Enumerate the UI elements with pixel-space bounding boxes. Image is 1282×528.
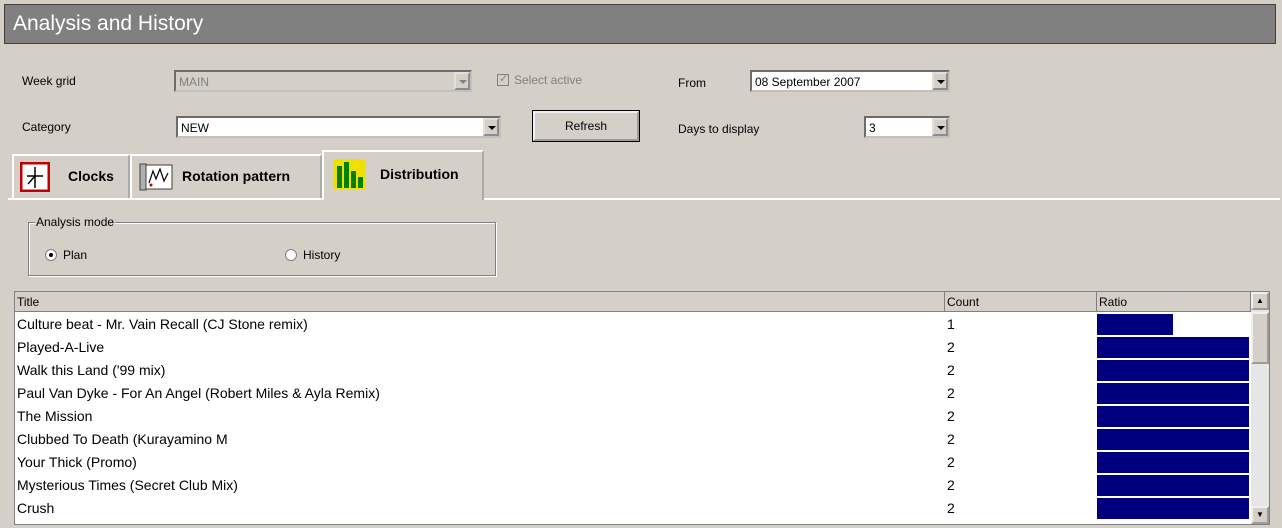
- table-row[interactable]: Your Thick (Promo) 2: [15, 451, 1249, 474]
- table-row[interactable]: Played-A-Live 2: [15, 336, 1249, 359]
- row-count: 2: [947, 339, 955, 355]
- row-title: Crush: [17, 500, 55, 516]
- row-title: Mysterious Times (Secret Club Mix): [17, 477, 238, 493]
- row-ratio-bar: [1097, 383, 1249, 404]
- row-count: 2: [947, 431, 955, 447]
- row-title: Played-A-Live: [17, 339, 105, 355]
- from-date-select[interactable]: 08 September 2007: [750, 70, 950, 92]
- scroll-thumb[interactable]: [1251, 312, 1269, 364]
- row-ratio-bar: [1097, 498, 1249, 519]
- analysis-mode-legend: Analysis mode: [35, 215, 116, 229]
- refresh-button[interactable]: Refresh: [532, 110, 640, 142]
- scroll-up-arrow-icon[interactable]: ▲: [1251, 292, 1269, 310]
- table-row[interactable]: Paul Van Dyke - For An Angel (Robert Mil…: [15, 382, 1249, 405]
- days-to-display-value: 3: [869, 121, 876, 135]
- row-ratio-bar: [1097, 314, 1173, 335]
- days-dropdown-arrow-icon[interactable]: [932, 118, 948, 136]
- table-row[interactable]: Culture beat - Mr. Vain Recall (CJ Stone…: [15, 313, 1249, 336]
- week-grid-select[interactable]: MAIN: [174, 70, 472, 92]
- row-ratio-cell: [1097, 360, 1249, 381]
- vertical-scrollbar[interactable]: ▲ ▼: [1251, 292, 1269, 524]
- select-active-label: Select active: [514, 73, 583, 87]
- row-ratio-bar: [1097, 360, 1249, 381]
- row-ratio-cell: [1097, 383, 1249, 404]
- from-label: From: [678, 76, 706, 90]
- tab-distribution-label: Distribution: [380, 166, 459, 182]
- row-title: The Mission: [17, 408, 93, 424]
- window-title: Analysis and History: [13, 12, 204, 35]
- row-title: Walk this Land ('99 mix): [17, 362, 166, 378]
- tab-clocks-label: Clocks: [68, 168, 114, 184]
- category-value: NEW: [181, 121, 209, 135]
- row-ratio-cell: [1097, 452, 1249, 473]
- column-header-title[interactable]: Title: [15, 292, 945, 312]
- history-label: History: [303, 248, 341, 262]
- row-ratio-cell: [1097, 406, 1249, 427]
- table-row[interactable]: Clubbed To Death (Kurayamino M 2: [15, 428, 1249, 451]
- row-ratio-bar: [1097, 429, 1249, 450]
- analysis-history-window: Analysis and History Week grid MAIN Sele…: [0, 0, 1282, 528]
- week-grid-label: Week grid: [22, 74, 76, 88]
- bar-chart-icon: [332, 158, 366, 193]
- category-select[interactable]: NEW: [176, 116, 501, 138]
- column-header-count[interactable]: Count: [945, 292, 1097, 312]
- distribution-table: Title Count Ratio Culture beat - Mr. Vai…: [14, 291, 1270, 525]
- row-ratio-cell: [1097, 314, 1249, 335]
- week-grid-dropdown-arrow-icon[interactable]: [454, 72, 470, 90]
- plan-label: Plan: [63, 248, 88, 262]
- history-radio[interactable]: [285, 249, 297, 261]
- table-row[interactable]: Mysterious Times (Secret Club Mix) 2: [15, 474, 1249, 497]
- table-row[interactable]: Crush 2: [15, 497, 1249, 520]
- row-ratio-bar: [1097, 475, 1249, 496]
- row-title: Culture beat - Mr. Vain Recall (CJ Stone…: [17, 316, 308, 332]
- days-to-display-label: Days to display: [678, 122, 760, 136]
- row-ratio-bar: [1097, 337, 1249, 358]
- plan-radio[interactable]: [45, 249, 57, 261]
- clock-icon: [19, 161, 51, 195]
- row-ratio-bar: [1097, 406, 1249, 427]
- row-count: 2: [947, 454, 955, 470]
- tab-rotation-pattern[interactable]: Rotation pattern: [130, 154, 322, 198]
- row-title: Clubbed To Death (Kurayamino M: [17, 431, 228, 447]
- row-count: 2: [947, 408, 955, 424]
- column-header-ratio[interactable]: Ratio: [1097, 292, 1251, 312]
- category-label: Category: [22, 120, 71, 134]
- row-count: 2: [947, 500, 955, 516]
- tab-clocks[interactable]: Clocks: [12, 154, 130, 198]
- tab-rotation-pattern-label: Rotation pattern: [182, 168, 291, 184]
- analysis-mode-group: Analysis mode Plan History: [28, 215, 496, 276]
- table-row[interactable]: The Mission 2: [15, 405, 1249, 428]
- row-ratio-cell: [1097, 498, 1249, 519]
- from-date-value: 08 September 2007: [755, 75, 861, 89]
- row-count: 2: [947, 362, 955, 378]
- tab-distribution[interactable]: Distribution: [322, 150, 484, 200]
- row-count: 1: [947, 316, 955, 332]
- row-ratio-cell: [1097, 429, 1249, 450]
- week-grid-value: MAIN: [179, 75, 209, 89]
- row-title: Paul Van Dyke - For An Angel (Robert Mil…: [17, 385, 380, 401]
- scroll-down-arrow-icon[interactable]: ▼: [1251, 506, 1269, 524]
- rotation-chart-icon: [138, 161, 174, 196]
- from-date-dropdown-arrow-icon[interactable]: [932, 72, 948, 90]
- row-ratio-cell: [1097, 475, 1249, 496]
- window-title-bar: Analysis and History: [4, 4, 1276, 44]
- row-count: 2: [947, 477, 955, 493]
- row-ratio-bar: [1097, 452, 1249, 473]
- table-row[interactable]: Walk this Land ('99 mix) 2: [15, 359, 1249, 382]
- row-title: Your Thick (Promo): [17, 454, 137, 470]
- row-ratio-cell: [1097, 337, 1249, 358]
- select-active-checkbox[interactable]: [497, 72, 509, 86]
- days-to-display-select[interactable]: 3: [864, 116, 950, 138]
- category-dropdown-arrow-icon[interactable]: [483, 118, 499, 136]
- row-count: 2: [947, 385, 955, 401]
